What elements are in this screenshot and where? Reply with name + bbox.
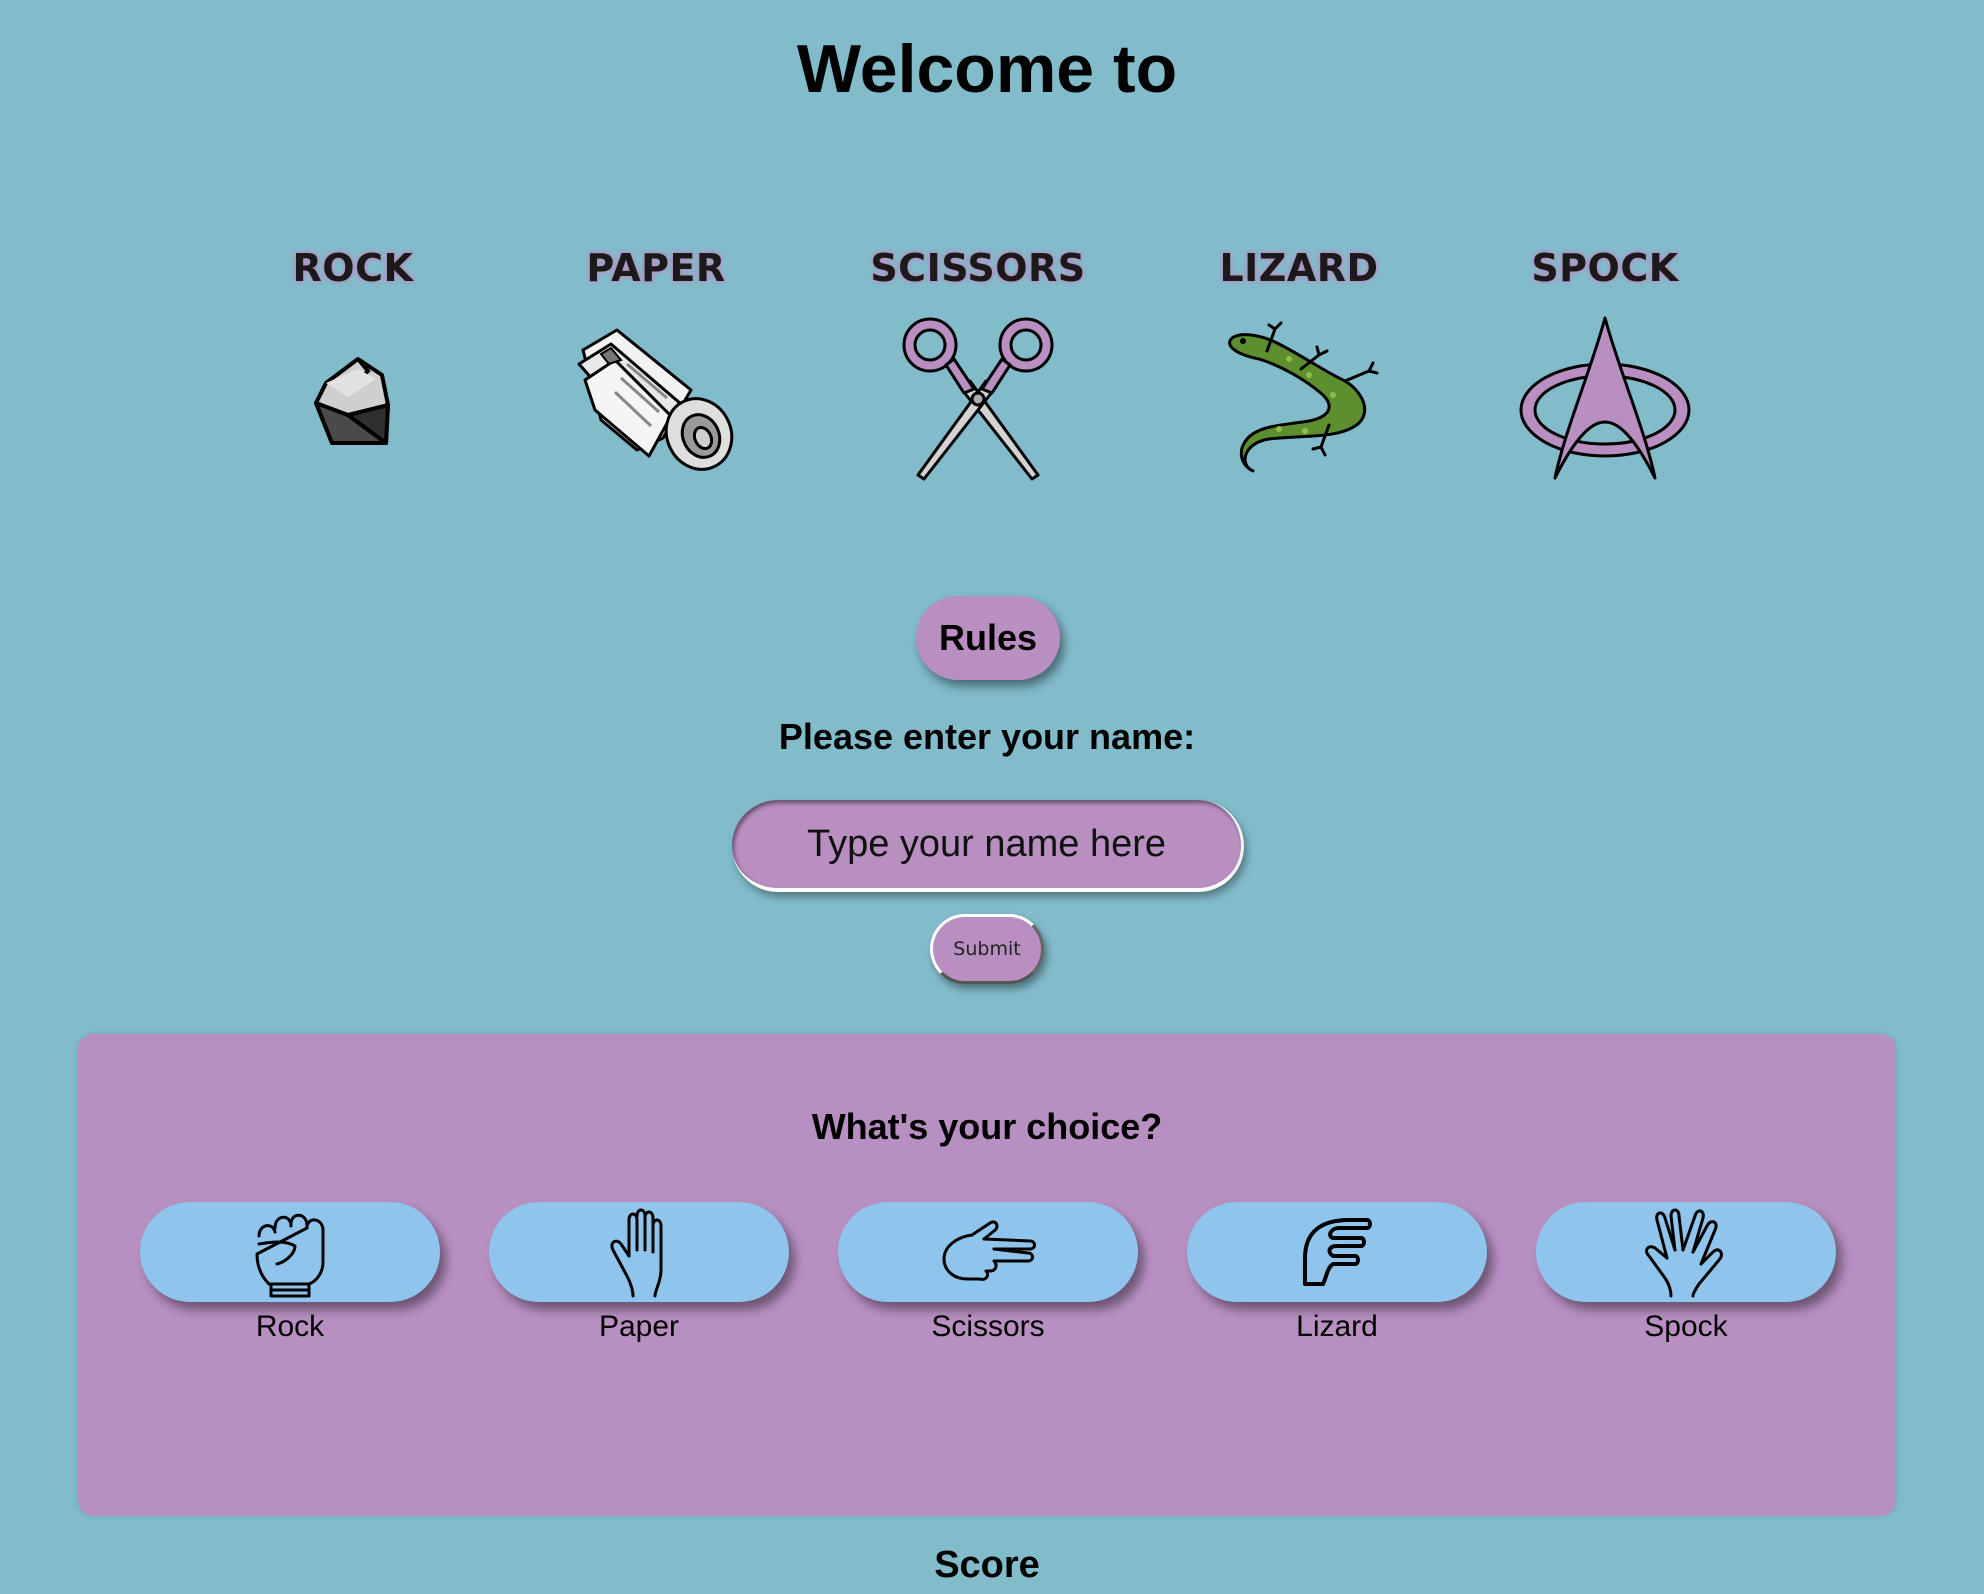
page-title: Welcome to — [796, 31, 1178, 107]
choice-button-lizard[interactable] — [1187, 1202, 1487, 1302]
score-heading: Score — [934, 1544, 1040, 1586]
scissors-hand-icon — [942, 1220, 1036, 1281]
choice-label-paper: Paper — [598, 1310, 680, 1343]
lizard-hand-icon — [1303, 1218, 1372, 1286]
logo-item-scissors: SCISSORS — [848, 246, 1108, 490]
submit-button[interactable]: Submit — [930, 914, 1044, 984]
choice-panel: What's your choice? Rock Paper Scissors … — [78, 1034, 1896, 1516]
newspaper-icon — [526, 310, 786, 490]
logo-item-lizard: LIZARD — [1169, 246, 1429, 490]
choice-button-rock[interactable] — [140, 1202, 440, 1302]
choice-lizard: Lizard — [1187, 1202, 1487, 1344]
rules-button[interactable]: Rules — [916, 596, 1060, 680]
logo-item-spock: SPOCK — [1475, 246, 1735, 490]
logo-label-paper: PAPER — [586, 246, 726, 290]
choice-spock: Spock — [1536, 1202, 1836, 1344]
choice-label-scissors: Scissors — [931, 1310, 1045, 1343]
choice-paper: Paper — [489, 1202, 789, 1344]
logo-item-paper: PAPER — [526, 246, 786, 490]
scissors-icon — [848, 310, 1108, 490]
rock-icon — [223, 310, 483, 490]
fist-hand-icon — [255, 1213, 325, 1298]
lizard-icon — [1169, 310, 1429, 490]
logo-label-spock: SPOCK — [1531, 246, 1679, 290]
starfleet-icon — [1475, 310, 1735, 490]
choice-label-spock: Spock — [1644, 1310, 1728, 1343]
choice-button-scissors[interactable] — [838, 1202, 1138, 1302]
choice-label-lizard: Lizard — [1296, 1310, 1378, 1343]
vulcan-hand-icon — [1645, 1208, 1723, 1298]
logo-item-rock: ROCK — [223, 246, 483, 490]
logo-label-rock: ROCK — [292, 246, 414, 290]
logo-label-lizard: LIZARD — [1219, 246, 1379, 290]
choice-label-rock: Rock — [255, 1310, 325, 1343]
open-hand-icon — [610, 1208, 663, 1298]
choice-button-spock[interactable] — [1536, 1202, 1836, 1302]
choice-scissors: Scissors — [838, 1202, 1138, 1344]
name-prompt: Please enter your name: — [778, 716, 1196, 757]
choice-button-paper[interactable] — [489, 1202, 789, 1302]
name-input[interactable] — [732, 800, 1244, 892]
choice-rock: Rock — [140, 1202, 440, 1344]
logo-label-scissors: SCISSORS — [870, 246, 1086, 290]
choice-panel-title: What's your choice? — [811, 1106, 1163, 1147]
